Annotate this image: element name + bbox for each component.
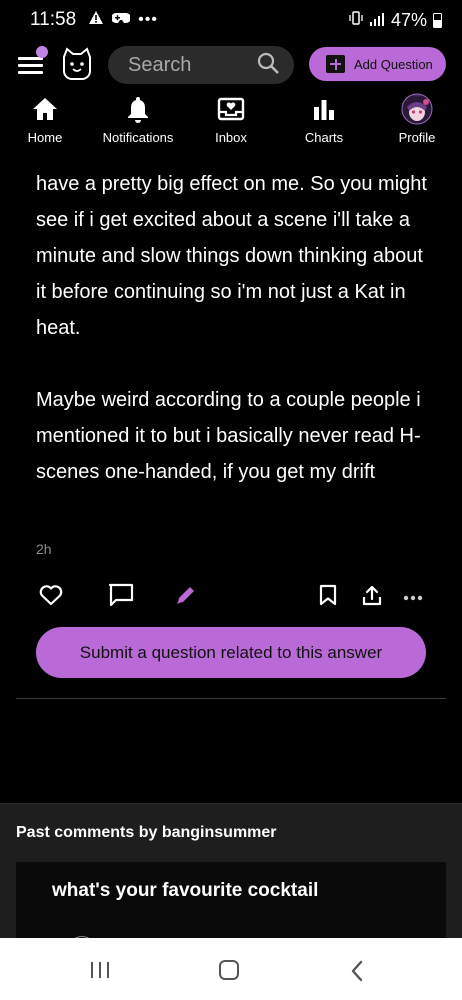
back-button[interactable] xyxy=(350,960,364,987)
bookmark-icon xyxy=(319,584,337,611)
menu-button[interactable] xyxy=(18,46,48,76)
nav-item-inbox[interactable]: Inbox xyxy=(186,92,276,154)
past-comment-question[interactable]: what's your favourite cocktail xyxy=(52,880,318,902)
answer-paragraph: have a pretty big effect on me. So you m… xyxy=(36,173,427,339)
share-icon xyxy=(362,584,382,611)
add-box-icon xyxy=(326,55,345,73)
add-question-label: Add Question xyxy=(354,56,433,72)
notification-dot xyxy=(36,46,48,58)
more-icon xyxy=(403,588,423,606)
past-comments-title: Past comments by banginsummer xyxy=(16,824,277,841)
heart-icon xyxy=(39,584,63,611)
divider xyxy=(16,698,446,699)
system-nav-bar xyxy=(0,938,462,1000)
app-header: Add Question xyxy=(0,40,462,90)
bar-chart-icon xyxy=(279,92,369,126)
comment-icon xyxy=(108,583,134,612)
search-input[interactable] xyxy=(128,53,256,77)
comment-button[interactable] xyxy=(107,583,135,612)
like-button[interactable] xyxy=(38,584,64,610)
game-controller-icon xyxy=(111,11,132,30)
bell-icon xyxy=(93,92,183,126)
nav-label: Inbox xyxy=(215,130,247,145)
nav-label: Notifications xyxy=(102,130,174,145)
battery-icon xyxy=(433,12,442,28)
profile-avatar xyxy=(372,92,462,126)
signal-icon xyxy=(369,10,385,31)
more-button[interactable] xyxy=(401,584,425,610)
status-bar: 11:58 ••• 47% xyxy=(0,0,462,40)
past-comments-section: Past comments by banginsummer what's you… xyxy=(0,803,462,964)
warning-icon xyxy=(88,10,104,30)
status-time: 11:58 xyxy=(30,9,77,30)
nav-label: Charts xyxy=(304,130,344,145)
nav-item-home[interactable]: Home xyxy=(0,92,90,154)
menu-bar-icon xyxy=(18,71,43,74)
answer-timestamp: 2h xyxy=(36,541,52,557)
answer-paragraph: Maybe weird according to a couple people… xyxy=(36,389,421,483)
answer-body: have a pretty big effect on me. So you m… xyxy=(36,166,436,490)
nav-item-profile[interactable]: Profile xyxy=(372,92,462,154)
nav-label: Profile xyxy=(398,130,436,145)
bookmark-button[interactable] xyxy=(316,584,340,610)
home-button[interactable] xyxy=(219,960,239,980)
more-notifications-icon: ••• xyxy=(138,11,158,28)
add-question-button[interactable]: Add Question xyxy=(309,47,446,81)
home-icon xyxy=(0,92,90,126)
nav-item-charts[interactable]: Charts xyxy=(279,92,369,154)
submit-related-question-button[interactable]: Submit a question related to this answer xyxy=(36,627,426,678)
share-button[interactable] xyxy=(360,584,384,610)
main-nav: Home Notifications Inbox Charts Profile xyxy=(0,92,462,154)
vibrate-icon xyxy=(349,10,363,31)
battery-percent: 47% xyxy=(390,9,427,30)
nav-item-notifications[interactable]: Notifications xyxy=(93,92,183,154)
nav-label: Home xyxy=(27,130,63,145)
edit-icon xyxy=(175,584,197,611)
recent-apps-button[interactable] xyxy=(91,962,109,978)
search-icon[interactable] xyxy=(256,51,280,80)
edit-button[interactable] xyxy=(173,584,199,610)
search-box[interactable] xyxy=(108,46,294,84)
cat-logo-icon[interactable] xyxy=(60,47,94,81)
menu-bar-icon xyxy=(18,64,43,67)
inbox-icon xyxy=(186,92,276,126)
app-screen: 11:58 ••• 47% Search Add Question Home N… xyxy=(0,0,462,1000)
